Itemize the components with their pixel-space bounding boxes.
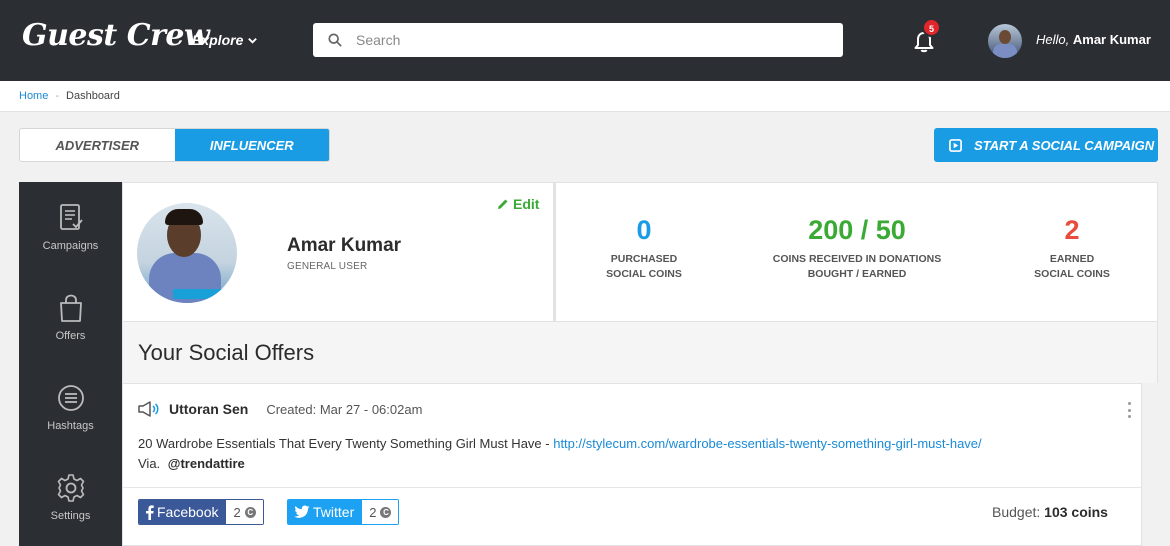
sidebar: Campaigns Offers Hashtags Settings bbox=[19, 182, 122, 546]
page-title: Your Social Offers bbox=[138, 340, 315, 365]
stats-card: 0 PURCHASED SOCIAL COINS 200 / 50 COINS R… bbox=[554, 182, 1158, 322]
stat-value: 0 bbox=[636, 215, 652, 245]
explore-menu[interactable]: Explore bbox=[192, 32, 258, 48]
play-icon bbox=[949, 138, 962, 152]
stat-sublabel: SOCIAL COINS bbox=[606, 268, 682, 280]
stat-label: EARNED bbox=[1049, 253, 1095, 265]
breadcrumb-current: Dashboard bbox=[66, 90, 120, 102]
search-input[interactable] bbox=[356, 32, 796, 48]
offer-user[interactable]: Uttoran Sen bbox=[169, 401, 248, 417]
explore-label: Explore bbox=[192, 32, 244, 48]
sidebar-item-label: Settings bbox=[50, 510, 91, 522]
offer-budget: Budget: 103 coins bbox=[992, 504, 1108, 520]
search-bar[interactable] bbox=[313, 23, 843, 57]
edit-label: Edit bbox=[513, 196, 540, 212]
more-options-icon[interactable] bbox=[1126, 402, 1132, 418]
stat-sublabel: SOCIAL COINS bbox=[1034, 268, 1110, 280]
divider bbox=[123, 487, 1141, 488]
stat-value: 2 bbox=[1064, 215, 1080, 245]
offer-card: Uttoran Sen Created: Mar 27 - 06:02am 20… bbox=[122, 383, 1142, 546]
breadcrumb-home[interactable]: Home bbox=[19, 90, 48, 102]
notification-badge: 5 bbox=[922, 18, 941, 37]
offer-link[interactable]: http://stylecum.com/wardrobe-essentials-… bbox=[553, 436, 981, 451]
stat-sublabel: BOUGHT / EARNED bbox=[807, 268, 907, 280]
via-label: Via. bbox=[138, 456, 161, 471]
breadcrumb: Home - Dashboard bbox=[0, 81, 1170, 112]
twitter-count: 2 bbox=[369, 504, 377, 520]
stat-purchased: 0 PURCHASED SOCIAL COINS bbox=[584, 215, 704, 282]
sidebar-item-label: Campaigns bbox=[42, 240, 99, 252]
user-greeting[interactable]: Hello, Amar Kumar bbox=[1036, 32, 1151, 47]
sidebar-item-label: Hashtags bbox=[47, 420, 94, 432]
sidebar-item-label: Offers bbox=[55, 330, 86, 342]
stat-label: COINS RECEIVED IN DONATIONS bbox=[772, 253, 942, 265]
stat-donations: 200 / 50 COINS RECEIVED IN DONATIONS BOUG… bbox=[752, 215, 962, 282]
tab-advertiser[interactable]: ADVERTISER bbox=[20, 129, 175, 161]
budget-value: 103 coins bbox=[1044, 504, 1108, 520]
stat-earned: 2 EARNED SOCIAL COINS bbox=[1012, 215, 1132, 282]
twitter-share-button[interactable]: Twitter 2 C bbox=[287, 499, 400, 525]
twitter-icon bbox=[294, 505, 310, 518]
megaphone-icon bbox=[138, 401, 159, 417]
coin-icon: C bbox=[244, 506, 256, 518]
edit-profile-button[interactable]: Edit bbox=[497, 196, 539, 212]
avatar[interactable] bbox=[988, 24, 1022, 58]
gear-icon bbox=[57, 474, 84, 502]
breadcrumb-separator: - bbox=[55, 90, 60, 102]
sidebar-item-hashtags[interactable]: Hashtags bbox=[19, 382, 122, 432]
offer-text: 20 Wardrobe Essentials That Every Twenty… bbox=[138, 436, 554, 451]
via-handle[interactable]: @trendattire bbox=[168, 456, 245, 471]
facebook-icon bbox=[146, 504, 154, 520]
greeting-text: Hello, bbox=[1036, 32, 1070, 47]
facebook-count: 2 bbox=[233, 504, 241, 520]
tab-influencer[interactable]: INFLUENCER bbox=[174, 129, 329, 161]
stat-value: 200 / 50 bbox=[808, 215, 906, 245]
sidebar-item-offers[interactable]: Offers bbox=[19, 292, 122, 342]
offer-header: Uttoran Sen Created: Mar 27 - 06:02am bbox=[138, 400, 422, 418]
twitter-label: Twitter bbox=[313, 504, 355, 520]
pencil-icon bbox=[498, 199, 508, 209]
profile-role: GENERAL USER bbox=[287, 261, 368, 272]
offers-header: Your Social Offers bbox=[122, 322, 1158, 383]
role-toggle: ADVERTISER INFLUENCER bbox=[19, 128, 330, 162]
offer-body: 20 Wardrobe Essentials That Every Twenty… bbox=[138, 434, 1128, 474]
sidebar-item-campaigns[interactable]: Campaigns bbox=[19, 202, 122, 252]
document-icon bbox=[59, 204, 83, 230]
menu-circle-icon bbox=[57, 385, 84, 411]
brand-logo[interactable]: Guest Crew bbox=[22, 18, 210, 53]
profile-card: Amar Kumar GENERAL USER Edit bbox=[122, 182, 554, 322]
search-icon bbox=[328, 33, 342, 47]
shopping-bag-icon bbox=[59, 294, 82, 322]
facebook-label: Facebook bbox=[157, 504, 219, 520]
sidebar-item-settings[interactable]: Settings bbox=[19, 472, 122, 522]
user-name: Amar Kumar bbox=[1072, 32, 1151, 47]
chevron-down-icon bbox=[248, 37, 258, 44]
coin-icon: C bbox=[380, 506, 392, 518]
start-campaign-button[interactable]: START A SOCIAL CAMPAIGN bbox=[934, 128, 1158, 162]
offer-created: Created: Mar 27 - 06:02am bbox=[266, 401, 423, 417]
budget-label: Budget: bbox=[992, 504, 1041, 520]
stat-label: PURCHASED bbox=[610, 253, 678, 265]
profile-avatar bbox=[137, 203, 237, 303]
start-campaign-label: START A SOCIAL CAMPAIGN bbox=[974, 137, 1155, 153]
profile-name: Amar Kumar bbox=[287, 235, 402, 256]
facebook-share-button[interactable]: Facebook 2 C bbox=[138, 499, 264, 525]
top-navbar: Guest Crew Explore 5 Hello, Amar Kumar bbox=[0, 0, 1170, 81]
